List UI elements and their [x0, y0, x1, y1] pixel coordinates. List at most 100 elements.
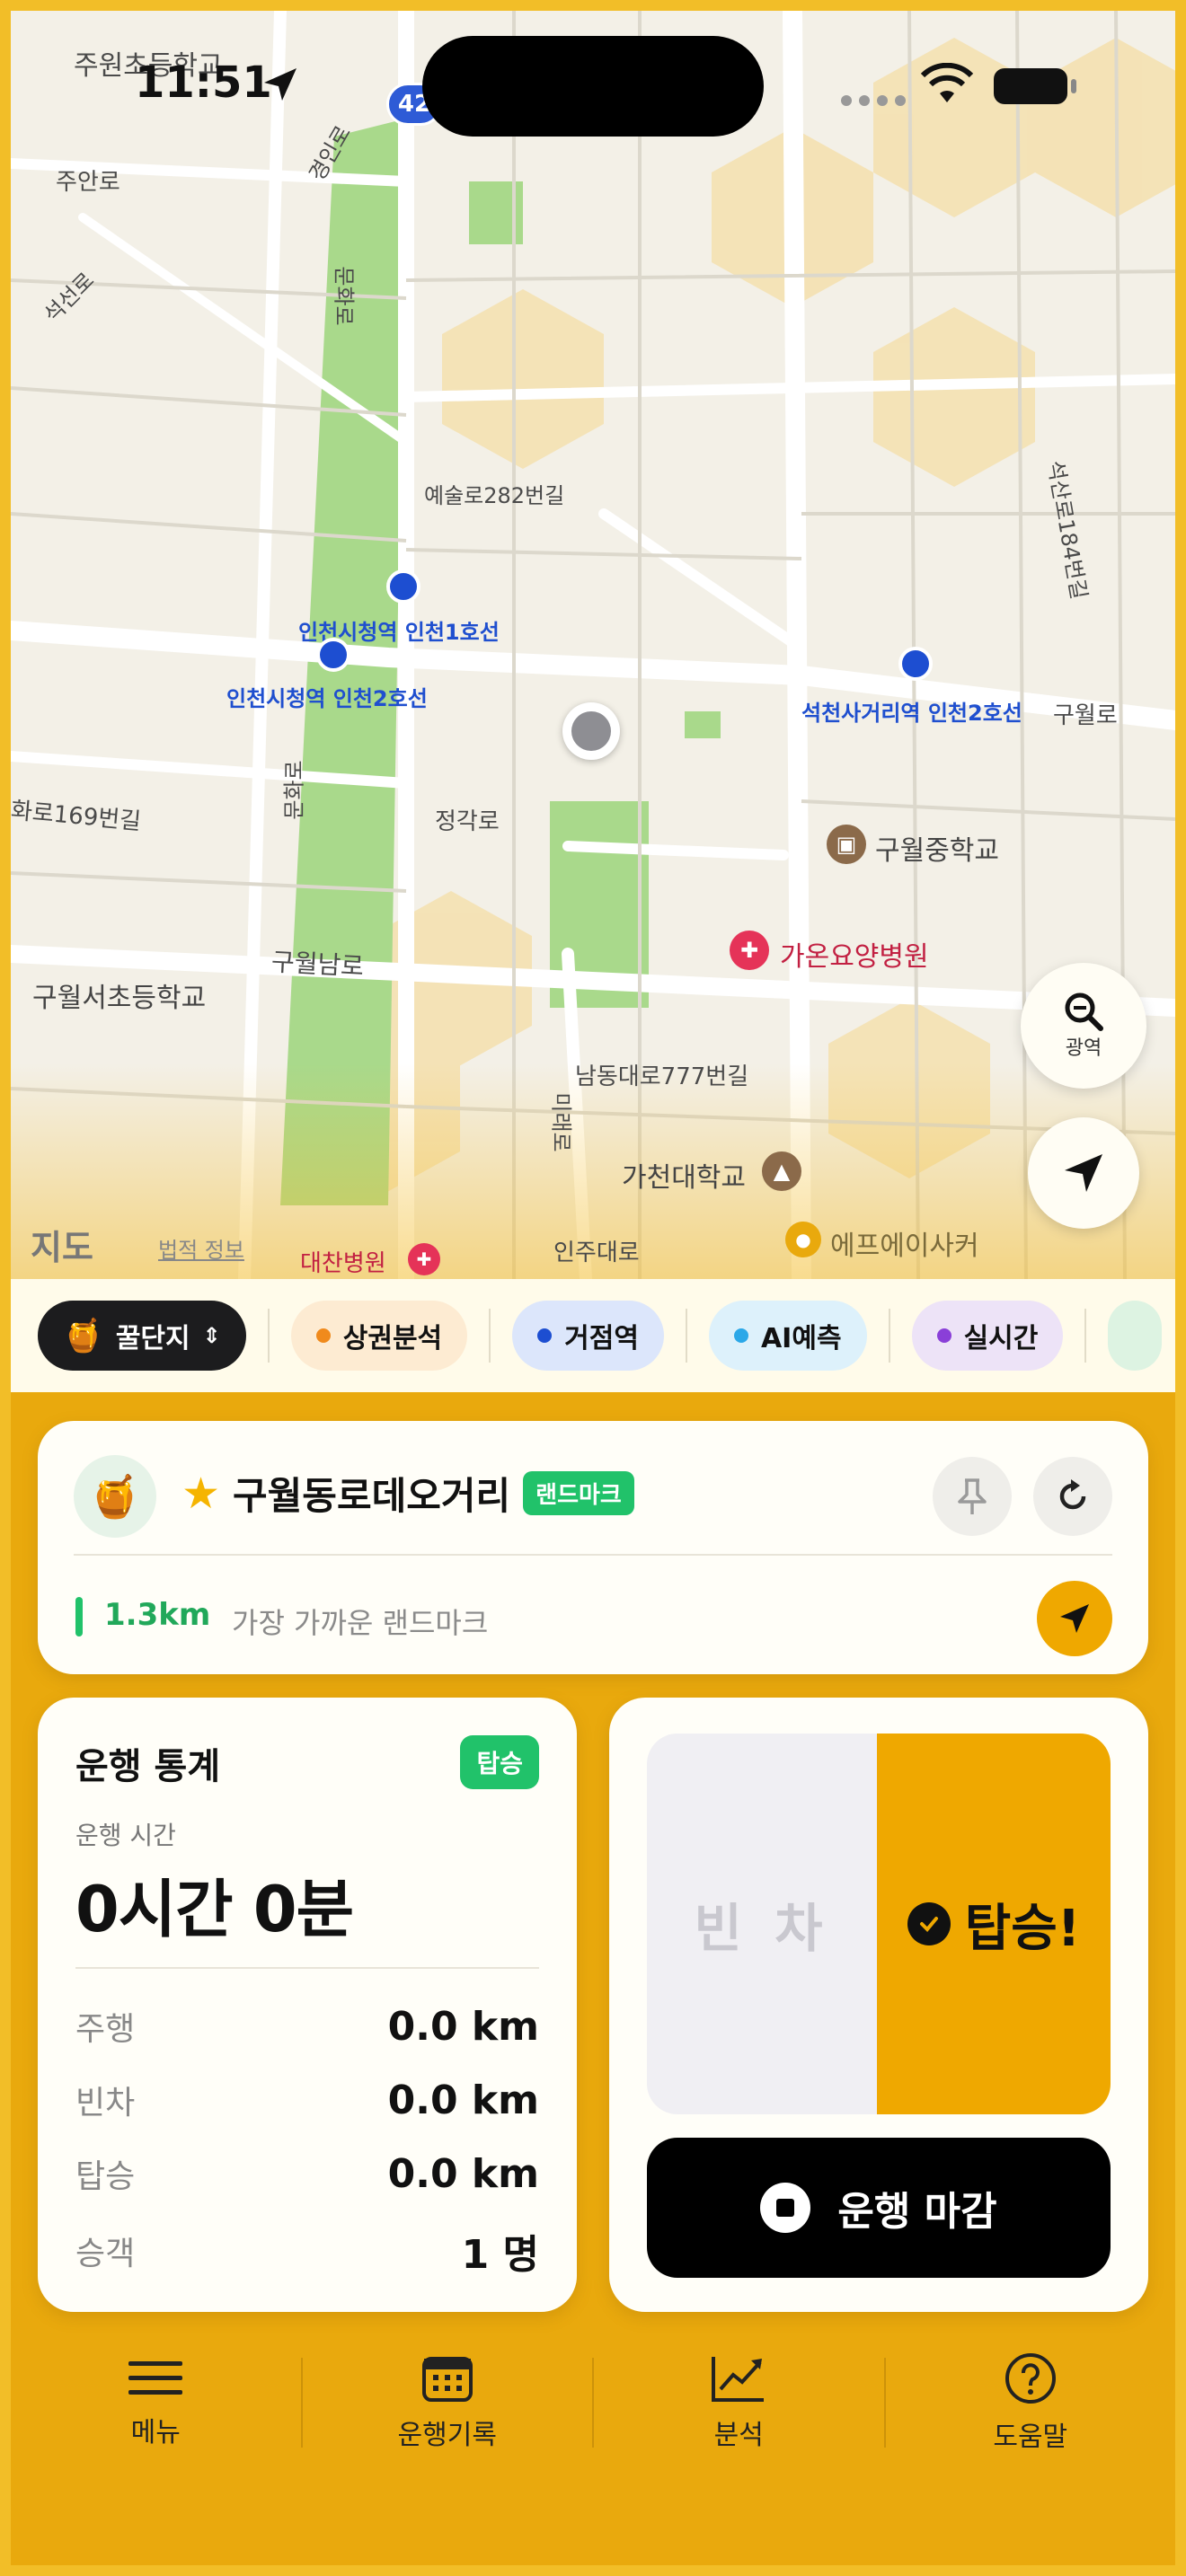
stat-row-driving: 주행 0.0 km: [75, 2003, 539, 2050]
navigate-button[interactable]: [1037, 1581, 1112, 1656]
stats-title: 운행 통계: [75, 1746, 221, 1787]
stat-value: 0.0 km: [387, 2150, 539, 2197]
wifi-icon: [920, 63, 974, 102]
search-minus-icon: [1065, 992, 1103, 1031]
ride-toggle-card: 빈 차 탑승! 운행 마감: [609, 1698, 1148, 2312]
refresh-button[interactable]: [1033, 1457, 1112, 1536]
stat-label: 탑승: [75, 2158, 136, 2195]
stat-label: 주행: [75, 2011, 136, 2048]
school-poi-icon: ▣: [827, 825, 866, 864]
map-label-guwol-ro: 구월로: [1053, 702, 1118, 729]
map-label-fa-academy: 에프에이사커: [830, 1231, 979, 1262]
station-marker-line2[interactable]: [316, 638, 350, 672]
purple-dot-icon: [936, 1328, 951, 1343]
sports-poi-icon: ●: [785, 1222, 821, 1257]
station-marker-seokcheon[interactable]: [898, 647, 933, 681]
pin-button[interactable]: [933, 1457, 1012, 1536]
star-icon: ★: [181, 1468, 221, 1519]
stat-label: 빈차: [75, 2085, 136, 2122]
map-label-station2: 인천시청역 인천2호선: [226, 686, 428, 711]
empty-car-option[interactable]: 빈 차: [647, 1734, 877, 2114]
map-label-gaon-hospital: 가온요양병원: [780, 941, 929, 973]
stat-row-empty: 빈차 0.0 km: [75, 2077, 539, 2123]
map-label-guwolnam-ro: 구월남로: [270, 947, 365, 982]
filter-divider: [685, 1309, 687, 1363]
ride-option[interactable]: 탑승!: [877, 1734, 1111, 2114]
tab-help[interactable]: 도움말: [886, 2351, 1176, 2454]
signal-dots-icon: [841, 95, 906, 106]
hospital-poi-icon-2: ✚: [408, 1243, 440, 1275]
map-label-daechan-hospital: 대찬병원: [300, 1250, 386, 1277]
battery-icon: [994, 68, 1076, 104]
filter-chip-more[interactable]: [1108, 1301, 1163, 1371]
filter-chip-honeypot[interactable]: 🍯 꿀단지 ⇕: [38, 1301, 246, 1371]
ride-status-toggle[interactable]: 빈 차 탑승!: [647, 1734, 1111, 2114]
dynamic-island: [422, 36, 764, 137]
tab-driving-log[interactable]: 운행기록: [303, 2353, 593, 2452]
stat-value: 0.0 km: [387, 2077, 539, 2123]
empty-car-label: 빈 차: [694, 1898, 830, 1959]
lightblue-dot-icon: [733, 1328, 748, 1343]
map-label-juan-ro: 주안로: [56, 169, 120, 196]
map-label-yesul-ro: 예술로282번길: [424, 483, 565, 508]
map-label-station3: 석천사거리역 인천2호선: [801, 701, 1022, 726]
filter-label-commercial: 상권분석: [342, 1323, 443, 1354]
map-label-gachon-univ: 가천대학교: [622, 1162, 746, 1194]
filter-label-ai-forecast: AI예측: [760, 1323, 842, 1354]
map-label-namdong-777: 남동대로777번길: [575, 1063, 749, 1090]
calendar-icon: [421, 2357, 473, 2402]
tab-menu[interactable]: 메뉴: [11, 2356, 301, 2449]
map-label-mirae-ro: 미래로: [548, 1092, 574, 1152]
filter-label-honeypot: 꿀단지: [115, 1323, 190, 1354]
tab-label-help: 도움말: [993, 2422, 1068, 2453]
checkmark-icon: [907, 1902, 951, 1945]
help-icon: [1005, 2353, 1056, 2404]
filter-bar: 🍯 꿀단지 ⇕ 상권분석 거점역 AI예측 실시간: [11, 1279, 1175, 1392]
legal-info-link[interactable]: 법적 정보: [158, 1232, 244, 1264]
filter-divider: [267, 1309, 270, 1363]
driving-stats-card: 운행 통계 탑승 운행 시간 0시간 0분 주행 0.0 km 빈차 0.0 k…: [38, 1698, 577, 2312]
divider: [75, 1967, 539, 1969]
landmark-distance: 1.3km: [104, 1597, 211, 1633]
tab-label-driving-log: 운행기록: [397, 2420, 497, 2451]
duration-label: 운행 시간: [75, 1821, 176, 1850]
hospital-poi-icon: ✚: [730, 931, 769, 970]
chart-icon: [712, 2357, 765, 2402]
filter-chip-realtime[interactable]: 실시간: [911, 1301, 1064, 1371]
tab-label-analysis: 분석: [713, 2420, 764, 2451]
stat-label: 승객: [75, 2236, 136, 2272]
map-label-jeonggak-ro: 정각로: [435, 808, 500, 835]
ride-label: 탑승!: [964, 1899, 1081, 1958]
location-arrow-icon: [1065, 1154, 1102, 1192]
stop-icon: [760, 2183, 811, 2233]
map-label-munhwa-ro2: 문화로: [281, 760, 307, 820]
filter-label-hub-station: 거점역: [564, 1323, 639, 1354]
map-label-guwol-middle: 구월중학교: [875, 835, 999, 867]
landmark-title: 구월동로데오거리: [233, 1474, 511, 1518]
map-view[interactable]: 42 주원초등학교 주안로 경인로 석선로 문화로 예술로282번길 석산로18…: [11, 11, 1175, 1279]
stats-status-badge: 탑승: [460, 1735, 539, 1789]
station-marker-line1[interactable]: [386, 569, 420, 604]
blue-dot-icon: [537, 1328, 553, 1343]
landmark-subtitle: 가장 가까운 랜드마크: [232, 1606, 489, 1640]
landmark-card[interactable]: 🍯 ★ 구월동로데오거리 랜드마크 1.3km 가장 가까운 랜드마크: [38, 1421, 1148, 1674]
filter-chip-ai-forecast[interactable]: AI예측: [708, 1301, 867, 1371]
pin-icon: [958, 1478, 987, 1514]
menu-icon: [128, 2361, 183, 2395]
tab-analysis[interactable]: 분석: [594, 2353, 884, 2452]
current-location-marker: [562, 702, 620, 760]
my-location-button[interactable]: [1028, 1117, 1139, 1229]
tab-label-menu: 메뉴: [130, 2417, 181, 2448]
map-label-munhwa-ro: 문화로: [331, 266, 357, 326]
stat-value: 0.0 km: [387, 2003, 539, 2050]
chevron-updown-icon: ⇕: [202, 1323, 221, 1348]
end-driving-button[interactable]: 운행 마감: [647, 2138, 1111, 2278]
filter-chip-commercial[interactable]: 상권분석: [290, 1301, 468, 1371]
bottom-tab-bar: 메뉴 운행기록 분석 도움말: [11, 2335, 1175, 2470]
landmark-badge: 랜드마크: [523, 1471, 634, 1515]
stat-row-passengers: 승객 1 명: [75, 2222, 539, 2280]
zoom-wide-button[interactable]: 광역: [1021, 963, 1146, 1089]
filter-chip-hub-station[interactable]: 거점역: [512, 1301, 664, 1371]
filter-divider: [888, 1309, 890, 1363]
refresh-icon: [1059, 1479, 1086, 1510]
